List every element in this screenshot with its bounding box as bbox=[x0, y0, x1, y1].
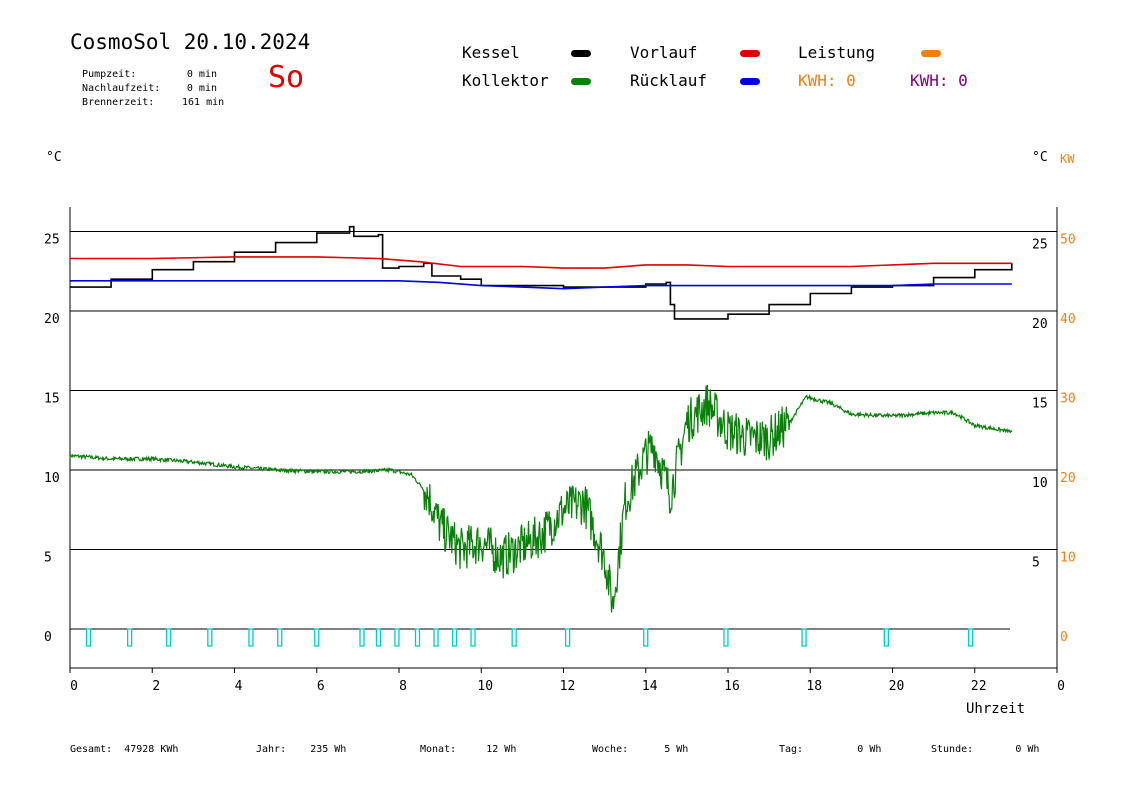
y-right-kw-tick-label: 50 bbox=[1060, 233, 1076, 248]
footer-label: Woche: bbox=[592, 744, 629, 755]
x-tick-label: 14 bbox=[642, 679, 658, 694]
legend-kwh-purple: KWH: 0 bbox=[910, 71, 968, 90]
x-tick-label: 22 bbox=[971, 679, 987, 694]
legend-ruecklauf-label: Rücklauf bbox=[630, 71, 708, 90]
pump-pulse bbox=[126, 628, 133, 647]
page-title: CosmoSol 20.10.2024 bbox=[70, 30, 311, 54]
stat-brennerzeit: Brennerzeit: 161 min bbox=[70, 86, 224, 108]
x-tick-label: 10 bbox=[477, 679, 493, 694]
left-axis-unit: °C bbox=[46, 150, 62, 165]
footer-woche: Woche: 5 Wh bbox=[592, 744, 688, 755]
legend-ruecklauf-swatch bbox=[740, 78, 760, 85]
pump-pulse bbox=[564, 628, 571, 647]
pump-pulse bbox=[883, 628, 889, 647]
legend-kessel-swatch bbox=[571, 50, 591, 57]
x-tick-label: 0 bbox=[1057, 679, 1065, 694]
x-tick-label: 8 bbox=[399, 679, 407, 694]
footer-value: 47928 KWh bbox=[124, 744, 179, 755]
y-right-kw-tick-label: 30 bbox=[1060, 392, 1076, 407]
pump-pulse bbox=[643, 628, 649, 647]
x-tick-label: 12 bbox=[560, 679, 576, 694]
footer-monat: Monat: 12 Wh bbox=[420, 744, 516, 755]
y-right-c-tick-label: 25 bbox=[1032, 238, 1048, 253]
temperature-chart: 0 2 4 6 8 10 12 14 16 18 20 22 0 0 5 10 15 20 25 5 10 15 20 25 0… bbox=[44, 207, 1076, 694]
y-right-c-tick-label: 10 bbox=[1032, 476, 1048, 491]
y-right-kw-tick-label: 10 bbox=[1060, 551, 1076, 566]
pump-pulse bbox=[375, 628, 382, 647]
footer-label: Stunde: bbox=[931, 744, 974, 755]
footer-label: Tag: bbox=[779, 744, 804, 755]
pump-pulse bbox=[470, 628, 476, 647]
y-left-tick-label: 10 bbox=[44, 471, 60, 486]
legend-kessel-label: Kessel bbox=[462, 43, 520, 62]
legend-leistung-swatch bbox=[921, 50, 941, 57]
pump-pulse bbox=[85, 628, 92, 647]
legend-kwh-orange: KWH: 0 bbox=[798, 71, 856, 90]
right-axis-unit-c: °C bbox=[1032, 150, 1048, 165]
pump-pulse bbox=[277, 628, 283, 647]
y-left-tick-label: 5 bbox=[44, 551, 52, 566]
y-right-kw-tick-label: 20 bbox=[1060, 471, 1076, 486]
stat-value: 161 min bbox=[182, 97, 225, 108]
pump-pulse bbox=[314, 628, 320, 647]
series-kollektor bbox=[69, 384, 1013, 613]
pump-pulse bbox=[723, 628, 729, 647]
y-right-c-tick-label: 20 bbox=[1032, 317, 1048, 332]
x-axis-label: Uhrzeit bbox=[966, 701, 1026, 717]
legend-kollektor-label: Kollektor bbox=[462, 71, 549, 90]
footer-label: Monat: bbox=[420, 744, 457, 755]
pump-pulse bbox=[433, 628, 439, 647]
footer-tag: Tag: 0 Wh bbox=[779, 744, 881, 755]
pump-pulse bbox=[394, 628, 400, 647]
x-tick-label: 18 bbox=[806, 679, 822, 694]
footer-label: Gesamt: bbox=[70, 744, 113, 755]
y-left-tick-label: 15 bbox=[44, 392, 60, 407]
legend-kollektor-swatch bbox=[571, 78, 591, 85]
chart-series bbox=[69, 225, 1013, 647]
x-tick-label: 20 bbox=[889, 679, 905, 694]
right-axis-unit-kw: KW bbox=[1060, 152, 1075, 166]
footer-gesamt: Gesamt: 47928 KWh bbox=[70, 744, 178, 755]
footer-value: 0 Wh bbox=[1015, 744, 1040, 755]
legend-leistung-label: Leistung bbox=[798, 43, 876, 62]
y-right-kw-tick-label: 40 bbox=[1060, 312, 1076, 327]
y-left-tick-label: 0 bbox=[44, 630, 52, 645]
legend-vorlauf-label: Vorlauf bbox=[630, 43, 698, 62]
y-left-tick-label: 20 bbox=[44, 312, 60, 327]
footer-label: Jahr: bbox=[256, 744, 287, 755]
pump-pulse bbox=[248, 628, 254, 647]
x-tick-label: 0 bbox=[70, 679, 78, 694]
chart-axes bbox=[69, 207, 1058, 669]
x-tick-label: 6 bbox=[317, 679, 325, 694]
stat-value: 0 min bbox=[186, 69, 217, 80]
pump-pulse bbox=[511, 628, 517, 647]
footer-value: 5 Wh bbox=[664, 744, 689, 755]
series-kessel bbox=[70, 225, 1013, 320]
footer-stunde: Stunde: 0 Wh bbox=[931, 744, 1039, 755]
footer-value: 235 Wh bbox=[310, 744, 347, 755]
y-left-tick-label: 25 bbox=[44, 233, 60, 248]
x-tick-label: 16 bbox=[724, 679, 740, 694]
weekday-label: So bbox=[268, 60, 305, 95]
pump-pulse bbox=[801, 628, 807, 647]
y-right-c-tick-label: 5 bbox=[1032, 556, 1040, 571]
stat-label: Brennerzeit: bbox=[82, 97, 155, 108]
legend-vorlauf-swatch bbox=[740, 50, 760, 57]
x-tick-label: 2 bbox=[152, 679, 160, 694]
pump-pulse bbox=[359, 628, 365, 647]
y-right-c-tick-label: 15 bbox=[1032, 397, 1048, 412]
footer-value: 12 Wh bbox=[486, 744, 517, 755]
pump-pulse bbox=[207, 628, 213, 647]
pump-pulse bbox=[967, 628, 974, 647]
x-tick-label: 4 bbox=[235, 679, 243, 694]
stat-value: 0 min bbox=[186, 83, 217, 94]
pump-pulse bbox=[451, 628, 458, 647]
footer-value: 0 Wh bbox=[857, 744, 882, 755]
chart-grid bbox=[70, 231, 1057, 630]
y-right-kw-tick-label: 0 bbox=[1060, 630, 1068, 645]
pump-pulse bbox=[414, 628, 421, 647]
pump-pulse bbox=[166, 628, 172, 647]
footer-jahr: Jahr: 235 Wh bbox=[256, 744, 346, 755]
